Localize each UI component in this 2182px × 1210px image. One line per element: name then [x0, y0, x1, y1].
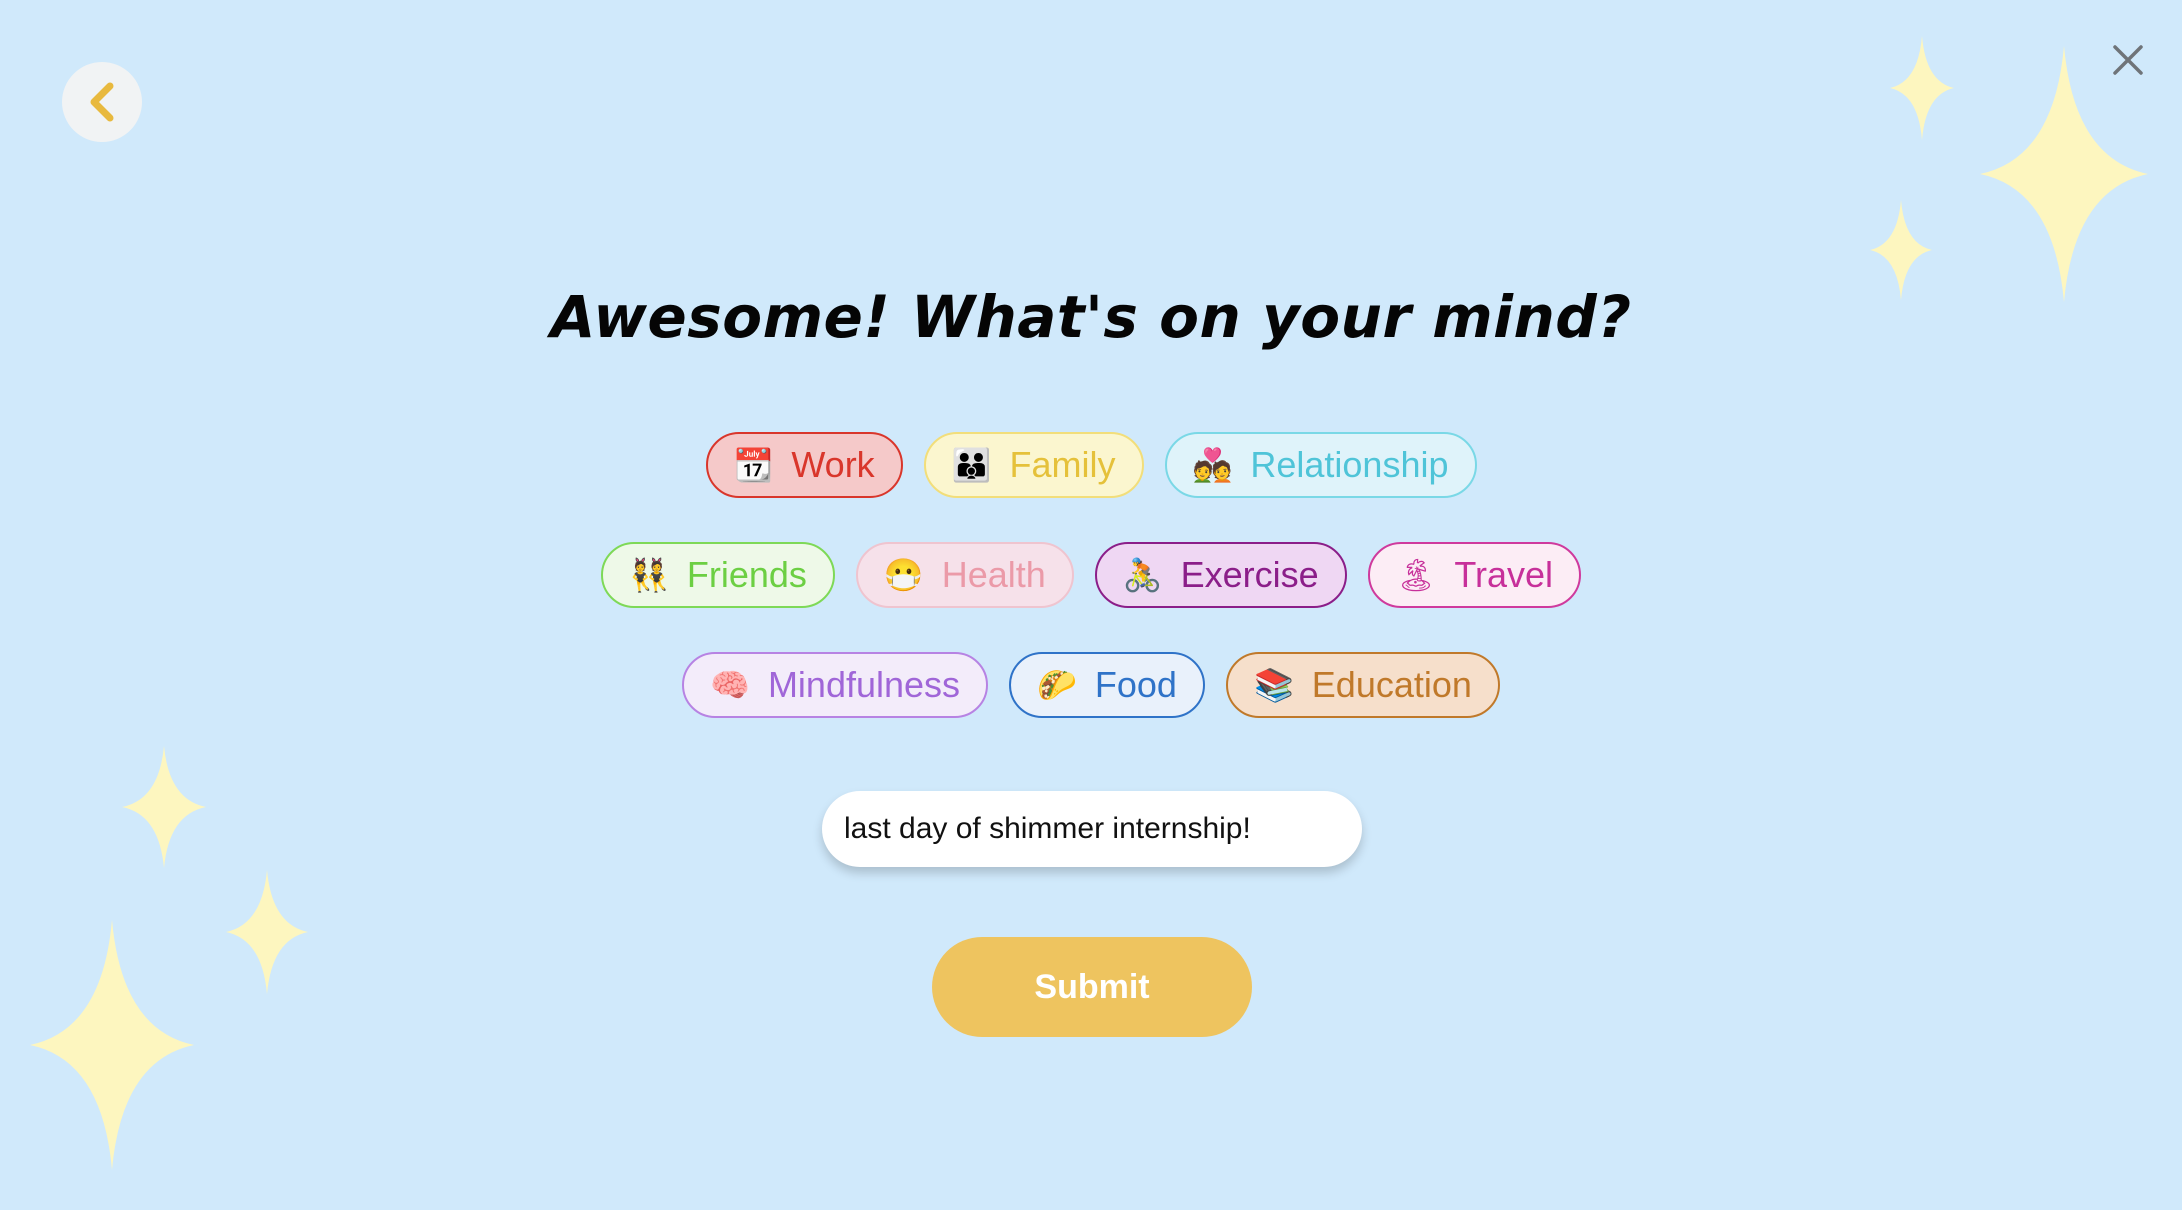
chevron-left-icon — [90, 82, 114, 122]
topic-chip-friends[interactable]: 👯 Friends — [601, 542, 835, 608]
topic-chip-health[interactable]: 😷 Health — [855, 542, 1074, 608]
back-button[interactable] — [62, 62, 142, 142]
topic-emoji-icon: 💑 — [1192, 447, 1233, 483]
topic-chip-food[interactable]: 🌮 Food — [1009, 652, 1205, 718]
topic-chip-family[interactable]: 👪 Family — [923, 432, 1144, 498]
topic-row: 📆 Work 👪 Family 💑 Relationship — [0, 432, 2182, 498]
sparkle-icon — [30, 920, 194, 1170]
topic-emoji-icon: 🌮 — [1037, 667, 1077, 703]
close-icon — [2113, 45, 2143, 75]
topic-emoji-icon: 👯 — [629, 557, 669, 593]
topic-chip-label: Food — [1094, 664, 1177, 705]
topic-chip-label: Travel — [1454, 554, 1553, 595]
topic-chip-exercise[interactable]: 🚴 Exercise — [1094, 542, 1347, 608]
topic-chip-mindfulness[interactable]: 🧠 Mindfulness — [682, 652, 989, 718]
topic-chip-work[interactable]: 📆 Work — [705, 432, 903, 498]
entry-input[interactable] — [842, 811, 1342, 847]
topic-emoji-icon: 📆 — [733, 447, 774, 483]
topic-chip-label: Friends — [686, 554, 807, 595]
topic-chip-label: Health — [941, 554, 1046, 595]
topic-emoji-icon: 😷 — [883, 557, 924, 593]
close-button[interactable] — [2100, 32, 2156, 88]
topic-chip-label: Family — [1009, 444, 1116, 485]
topic-chip-label: Work — [791, 444, 875, 485]
entry-field — [822, 791, 1362, 867]
page-title: Awesome! What's on your mind? — [550, 283, 1632, 351]
topic-chip-travel[interactable]: 🏝 Travel — [1367, 542, 1581, 608]
topic-emoji-icon: 🚴 — [1122, 557, 1163, 593]
topic-row: 🧠 Mindfulness 🌮 Food 📚 Education — [0, 652, 2182, 718]
topic-row: 👯 Friends 😷 Health 🚴 Exercise 🏝 Travel — [0, 542, 2182, 608]
topic-chip-relationship[interactable]: 💑 Relationship — [1164, 432, 1477, 498]
topic-chip-label: Exercise — [1180, 554, 1319, 595]
topic-emoji-icon: 👪 — [951, 447, 992, 483]
topic-chip-label: Mindfulness — [767, 664, 961, 705]
topic-emoji-icon: 📚 — [1253, 667, 1294, 703]
sparkle-icon — [226, 870, 308, 994]
topic-emoji-icon: 🧠 — [710, 667, 750, 703]
submit-button[interactable]: Submit — [932, 937, 1252, 1037]
topic-emoji-icon: 🏝 — [1395, 557, 1437, 593]
topic-chip-label: Education — [1311, 664, 1472, 705]
topic-chip-education[interactable]: 📚 Education — [1225, 652, 1500, 718]
sparkle-icon — [122, 746, 206, 868]
sparkle-icon — [1890, 36, 1954, 140]
topic-chip-label: Relationship — [1250, 444, 1449, 485]
